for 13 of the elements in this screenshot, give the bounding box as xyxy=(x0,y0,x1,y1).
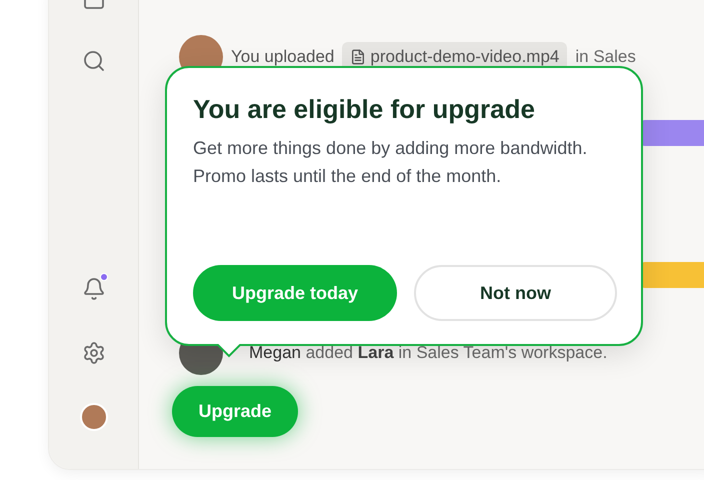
search-icon[interactable] xyxy=(82,49,106,73)
upgrade-today-button[interactable]: Upgrade today xyxy=(193,265,397,321)
gear-icon[interactable] xyxy=(82,341,106,365)
activity-text: in Sales xyxy=(575,46,636,68)
file-icon xyxy=(350,49,366,65)
upgrade-button[interactable]: Upgrade xyxy=(172,386,298,437)
bell-icon[interactable] xyxy=(82,277,106,301)
activity-text: You uploaded xyxy=(231,46,334,68)
not-now-button[interactable]: Not now xyxy=(414,265,617,321)
popover-title: You are eligible for upgrade xyxy=(193,94,536,124)
avatar[interactable] xyxy=(80,403,108,431)
activity-text: Megan added Lara in Sales Team's workspace. xyxy=(249,342,608,364)
popover-body: Get more things done by adding more bandwidth. Promo lasts until the end of the month. xyxy=(193,137,588,188)
